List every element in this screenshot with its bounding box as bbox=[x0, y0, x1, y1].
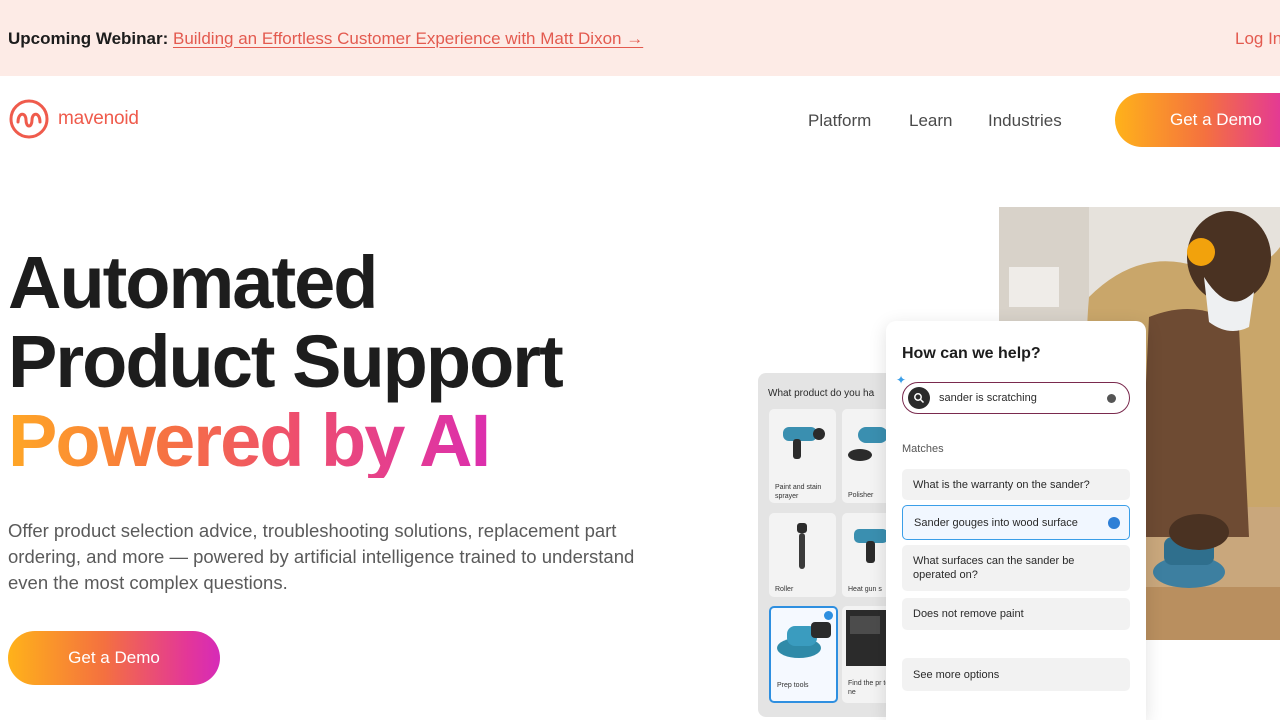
webinar-link[interactable]: Building an Effortless Customer Experien… bbox=[173, 29, 643, 48]
help-title: How can we help? bbox=[902, 345, 1041, 362]
matches-label: Matches bbox=[902, 443, 944, 455]
tile-label: Polisher bbox=[848, 492, 874, 499]
tile-label: Heat gun s bbox=[848, 586, 882, 593]
sparkle-icon: ✦ bbox=[896, 373, 907, 387]
picker-title: What product do you ha bbox=[768, 388, 875, 399]
banner-label: Upcoming Webinar: bbox=[8, 29, 169, 48]
roller-icon bbox=[797, 523, 807, 569]
tile-roller[interactable]: Roller bbox=[769, 513, 836, 597]
mavenoid-logo[interactable]: mavenoid bbox=[8, 98, 139, 140]
hero-title-line-3: Powered by AI bbox=[8, 399, 491, 482]
hero-title-line-2: Product Support bbox=[8, 320, 564, 403]
banner-text: Upcoming Webinar: Building an Effortless… bbox=[8, 29, 643, 49]
hero-description: Offer product selection advice, troubles… bbox=[8, 520, 635, 593]
announcement-banner: Upcoming Webinar: Building an Effortless… bbox=[0, 0, 1280, 76]
option-gouges[interactable]: Sander gouges into wood surface bbox=[902, 505, 1130, 540]
tile-label: Roller bbox=[775, 586, 794, 593]
paint-sprayer-icon bbox=[783, 427, 825, 459]
help-search[interactable] bbox=[902, 382, 1130, 414]
nav-industries[interactable]: Industries bbox=[988, 111, 1062, 131]
login-link[interactable]: Log In bbox=[1235, 29, 1280, 49]
tile-paint-sprayer[interactable]: Paint and stain sprayer bbox=[769, 409, 836, 503]
tile-label: Paint and stain sprayer bbox=[775, 484, 822, 500]
help-search-input[interactable] bbox=[939, 392, 1099, 404]
hero-title-line-1: Automated bbox=[8, 241, 378, 324]
clear-icon[interactable] bbox=[1107, 393, 1116, 403]
logo-mark-icon bbox=[9, 99, 49, 139]
nav-learn[interactable]: Learn bbox=[909, 111, 952, 131]
check-icon bbox=[1108, 516, 1120, 529]
option-warranty[interactable]: What is the warranty on the sander? bbox=[902, 469, 1130, 500]
nav-platform[interactable]: Platform bbox=[808, 111, 871, 131]
nav-get-demo-button[interactable]: Get a Demo bbox=[1115, 93, 1280, 147]
help-widget: How can we help? ✦ Matches What is the w… bbox=[886, 321, 1146, 720]
tile-prep-tools[interactable]: Prep tools bbox=[769, 606, 838, 703]
logo-text: mavenoid bbox=[58, 108, 139, 129]
search-icon bbox=[908, 387, 930, 409]
tile-label: Prep tools bbox=[777, 682, 809, 689]
selected-check-icon bbox=[824, 611, 833, 620]
see-more-options[interactable]: See more options bbox=[902, 658, 1130, 691]
product-picker-card: What product do you ha Paint and stain s… bbox=[758, 373, 898, 717]
option-label: Sander gouges into wood surface bbox=[914, 516, 1078, 529]
option-surfaces[interactable]: What surfaces can the sander be operated… bbox=[902, 545, 1130, 591]
hero-get-demo-button[interactable]: Get a Demo bbox=[8, 631, 220, 685]
option-no-paint[interactable]: Does not remove paint bbox=[902, 598, 1130, 630]
